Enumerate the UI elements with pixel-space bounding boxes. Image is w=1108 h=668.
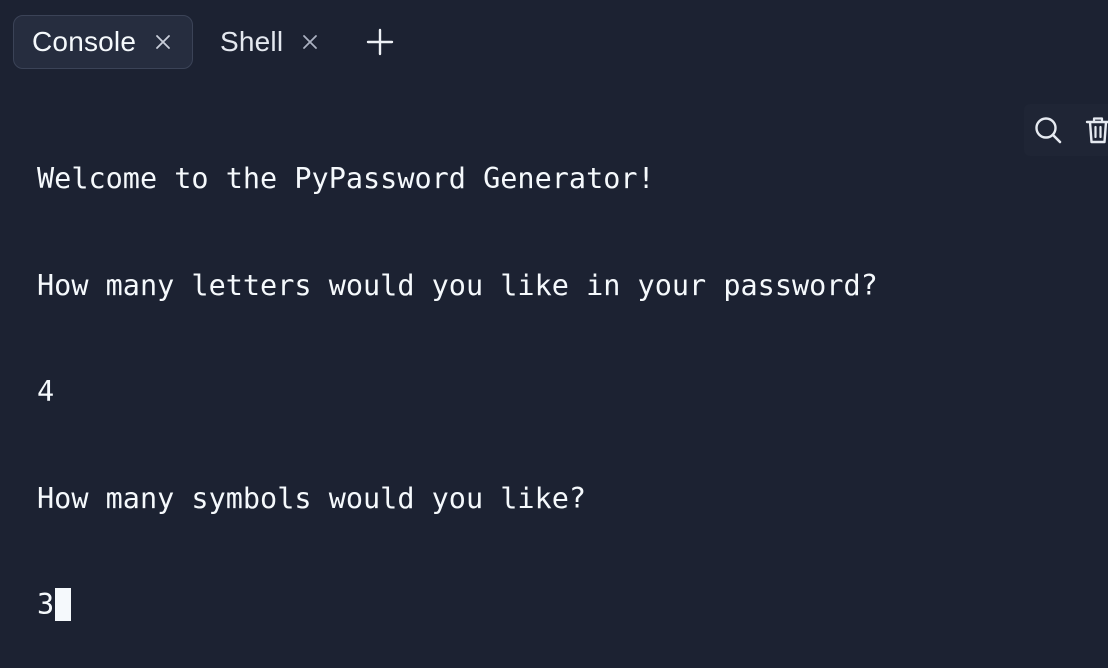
console-output: Welcome to the PyPassword Generator! How… bbox=[37, 90, 878, 668]
close-icon[interactable] bbox=[154, 33, 172, 51]
console-line: Welcome to the PyPassword Generator! bbox=[37, 162, 655, 195]
console-input-line[interactable]: 3 bbox=[37, 587, 878, 623]
tab-console-label: Console bbox=[32, 26, 137, 57]
console-toolbar bbox=[1024, 104, 1108, 156]
tab-shell[interactable]: Shell bbox=[205, 15, 335, 69]
trash-icon[interactable] bbox=[1082, 114, 1108, 146]
text-cursor bbox=[55, 588, 72, 621]
tab-console[interactable]: Console bbox=[13, 15, 193, 69]
plus-icon[interactable] bbox=[362, 24, 398, 60]
console-input-value[interactable]: 3 bbox=[37, 588, 54, 621]
console-line: 4 bbox=[37, 375, 55, 408]
console-line: How many letters would you like in your … bbox=[37, 268, 878, 302]
tab-bar: Console Shell bbox=[0, 0, 1108, 84]
console-output-area[interactable]: Welcome to the PyPassword Generator! How… bbox=[0, 84, 1108, 668]
tab-shell-label: Shell bbox=[220, 26, 284, 57]
console-line: How many symbols would you like? bbox=[37, 481, 587, 515]
repl-workspace: Console Shell Welcome to the PyPassword bbox=[0, 0, 1108, 668]
close-icon[interactable] bbox=[301, 33, 319, 51]
search-icon[interactable] bbox=[1032, 114, 1064, 146]
